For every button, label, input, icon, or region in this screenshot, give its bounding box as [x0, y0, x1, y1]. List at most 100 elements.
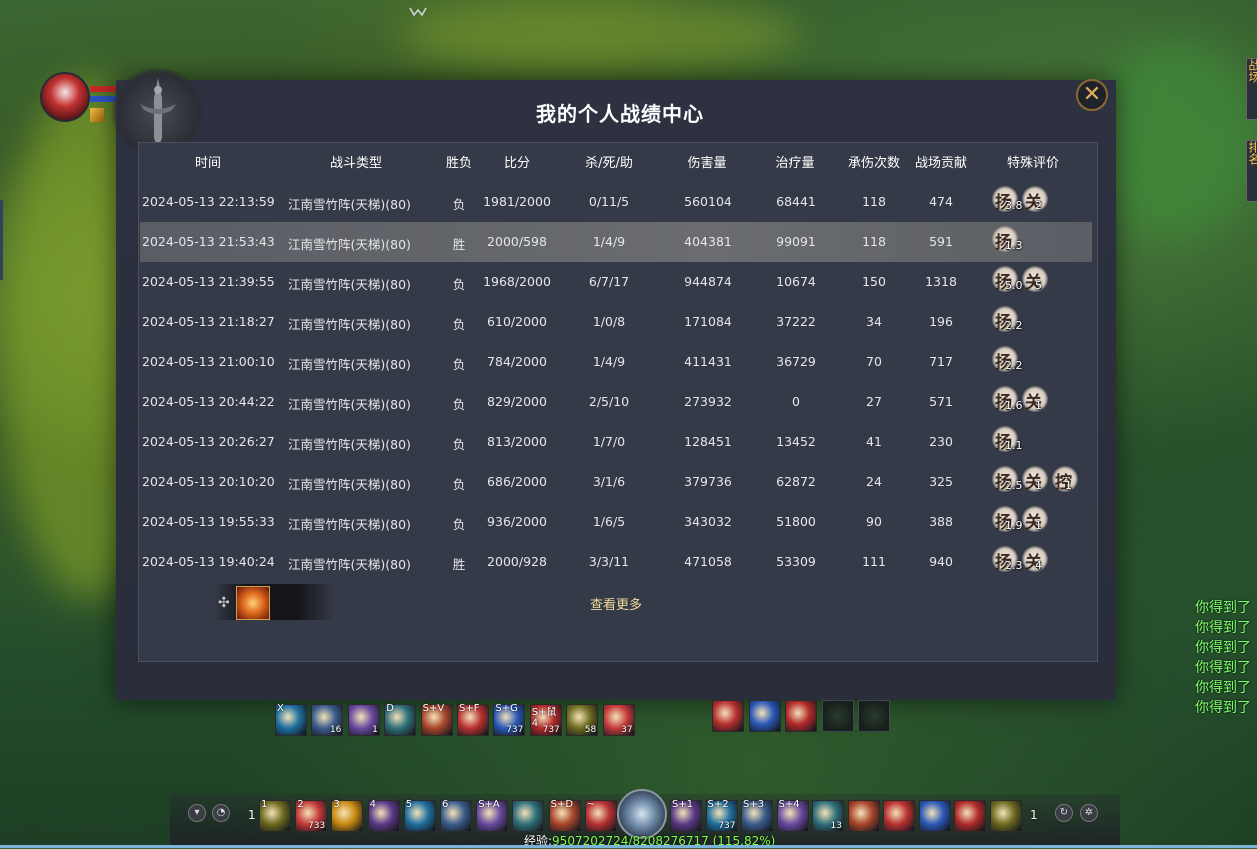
rating-badge-icon[interactable]: 扬 3.8 [992, 186, 1023, 213]
bar-down-button[interactable]: ▾ [188, 804, 206, 822]
rating-badge-icon[interactable]: 关1 [1022, 506, 1048, 533]
rating-badge-icon[interactable]: 扬 1.3 [992, 226, 1023, 253]
cell-kda: 3/3/11 [588, 554, 630, 569]
floating-skill-icon[interactable] [236, 586, 270, 620]
rating-badge-icon[interactable]: 关1 [1022, 386, 1048, 413]
cell-heal: 13452 [776, 434, 816, 449]
table-row[interactable]: 2024-05-13 21:39:55 江南雪竹阵(天梯)(80) 负 1968/20… [140, 262, 1092, 302]
side-tab-battle[interactable]: 战场 [1246, 58, 1257, 120]
skill-slot-icon[interactable]: 1 [259, 799, 291, 832]
skill-slot-icon[interactable] [883, 800, 915, 832]
skill-slot-icon[interactable]: S+鼠4 737 [529, 704, 562, 736]
skill-slot-icon[interactable]: S+V [420, 703, 453, 736]
skill-slot-icon[interactable] [954, 800, 986, 832]
rating-badge-icon[interactable]: 关2 [1022, 186, 1048, 213]
sort-dropdown-icon[interactable] [409, 6, 427, 18]
rating-badge-icon[interactable]: 扬 1.1 [992, 426, 1023, 453]
cell-contrib: 196 [929, 314, 953, 329]
rating-badge-icon[interactable]: 扬 1.6 [992, 386, 1023, 413]
cell-score: 813/2000 [487, 434, 547, 449]
skill-slot-icon[interactable] [989, 800, 1022, 832]
skill-slot-icon[interactable] [858, 700, 890, 732]
rating-badge-icon[interactable]: 关4 [1022, 546, 1048, 573]
skill-slot-icon[interactable]: 1 [347, 704, 380, 736]
table-row[interactable]: 2024-05-13 21:53:43 江南雪竹阵(天梯)(80) 胜 2000/59… [140, 222, 1092, 262]
cell-type: 江南雪竹阵(天梯)(80) [288, 397, 411, 412]
skill-slot-icon[interactable]: S+2 737 [705, 799, 738, 832]
rating-badges: 扬 1.6 关 1 [992, 386, 1052, 418]
skill-slot-icon[interactable]: S+F [457, 703, 489, 736]
cell-score: 1981/2000 [483, 194, 551, 209]
rating-badge-icon[interactable]: 关5 [1022, 266, 1048, 293]
skill-slot-icon[interactable]: 3 [331, 799, 364, 832]
skill-count: 737 [506, 725, 524, 735]
rating-badge-icon[interactable]: 扬 2.5 [992, 466, 1023, 493]
skill-slot-icon[interactable] [785, 700, 817, 732]
cell-kda: 1/7/0 [592, 434, 626, 449]
skill-slot-icon[interactable]: S+G 737 [493, 703, 526, 736]
table-row[interactable]: 2024-05-13 20:10:20 江南雪竹阵(天梯)(80) 负 686/200… [140, 462, 1092, 502]
cell-hits: 34 [866, 314, 882, 329]
rating-badge-icon[interactable]: 关1 [1022, 466, 1048, 493]
skill-slot-icon[interactable]: S+1 [670, 799, 702, 832]
rating-badge-icon[interactable]: 扬 1.9 [992, 506, 1023, 533]
skill-slot-icon[interactable]: S+D [548, 799, 581, 832]
rating-badge-icon[interactable]: 控1 [1052, 466, 1078, 493]
skill-slot-icon[interactable]: 37 [602, 704, 635, 736]
cell-time: 2024-05-13 22:13:59 [142, 194, 275, 209]
cell-kda: 2/5/10 [588, 394, 630, 409]
table-row[interactable]: 2024-05-13 19:40:24 江南雪竹阵(天梯)(80) 胜 2000/92… [140, 542, 1092, 582]
rating-badges: 扬 2.2 [992, 306, 1023, 338]
cell-damage: 343032 [684, 514, 732, 529]
skill-slot-icon[interactable]: S+3 [741, 799, 773, 832]
skill-slot-icon[interactable] [821, 700, 854, 732]
skill-slot-icon[interactable]: 13 [812, 800, 844, 832]
cell-heal: 37222 [776, 314, 816, 329]
skill-slot-icon[interactable]: 16 [311, 704, 344, 736]
skill-slot-icon[interactable]: S+4 [776, 799, 809, 832]
skill-hotkey: X [277, 703, 284, 714]
cell-contrib: 591 [929, 234, 953, 249]
side-tab-rank[interactable]: 排名 [1246, 140, 1257, 202]
skill-slot-icon[interactable]: 58 [566, 704, 599, 736]
table-row[interactable]: 2024-05-13 20:44:22 江南雪竹阵(天梯)(80) 负 829/200… [140, 382, 1092, 422]
skill-hotkey: 3 [333, 799, 340, 810]
skill-slot-icon[interactable]: ~ [584, 799, 617, 832]
gear-icon[interactable]: ✲ [1080, 804, 1098, 822]
skill-slot-icon[interactable]: 6 [440, 799, 472, 832]
skill-slot-icon[interactable] [847, 800, 880, 832]
skill-slot-icon[interactable] [918, 800, 951, 832]
rating-badge-icon[interactable]: 扬 2.2 [992, 306, 1023, 333]
skill-slot-icon[interactable] [512, 800, 545, 832]
rating-badge-icon[interactable]: 扬 5.0 [992, 266, 1023, 293]
cell-damage: 471058 [684, 554, 732, 569]
skill-slot-icon[interactable]: D [384, 703, 417, 736]
badge-value: 5 [1035, 279, 1042, 292]
badge-value: 1.3 [1005, 239, 1023, 252]
skill-slot-icon[interactable] [748, 700, 781, 732]
table-row[interactable]: 2024-05-13 22:13:59 江南雪竹阵(天梯)(80) 负 1981/20… [140, 182, 1092, 222]
rating-badge-icon[interactable]: 扬 2.2 [992, 346, 1023, 373]
view-more-link[interactable]: 查看更多 [590, 594, 642, 613]
cell-result: 负 [452, 437, 466, 452]
cell-time: 2024-05-13 21:00:10 [142, 354, 275, 369]
skill-slot-icon[interactable] [712, 700, 744, 732]
move-handle-icon[interactable]: ✣ [218, 595, 230, 611]
skill-slot-icon[interactable]: X [275, 703, 307, 736]
table-row[interactable]: 2024-05-13 21:00:10 江南雪竹阵(天梯)(80) 负 784/200… [140, 342, 1092, 382]
close-button[interactable]: ✕ [1076, 79, 1108, 111]
table-row[interactable]: 2024-05-13 19:55:33 江南雪竹阵(天梯)(80) 负 936/200… [140, 502, 1092, 542]
cell-hits: 24 [866, 474, 882, 489]
header-result: 胜负 [445, 156, 473, 171]
table-row[interactable]: 2024-05-13 20:26:27 江南雪竹阵(天梯)(80) 负 813/200… [140, 422, 1092, 462]
rating-badge-icon[interactable]: 扬 2.3 [992, 546, 1023, 573]
skill-slot-icon[interactable]: 5 [403, 799, 436, 832]
badge-value: 2.2 [1005, 319, 1023, 332]
cell-type: 江南雪竹阵(天梯)(80) [288, 437, 411, 452]
table-row[interactable]: 2024-05-13 21:18:27 江南雪竹阵(天梯)(80) 负 610/200… [140, 302, 1092, 342]
skill-slot-icon[interactable]: 4 [367, 799, 400, 832]
skill-slot-icon[interactable]: S+A [476, 799, 509, 832]
bar-lock-button[interactable]: ◔ [212, 804, 230, 822]
refresh-icon[interactable]: ↻ [1055, 804, 1073, 822]
skill-slot-icon[interactable]: 2 733 [295, 799, 328, 832]
